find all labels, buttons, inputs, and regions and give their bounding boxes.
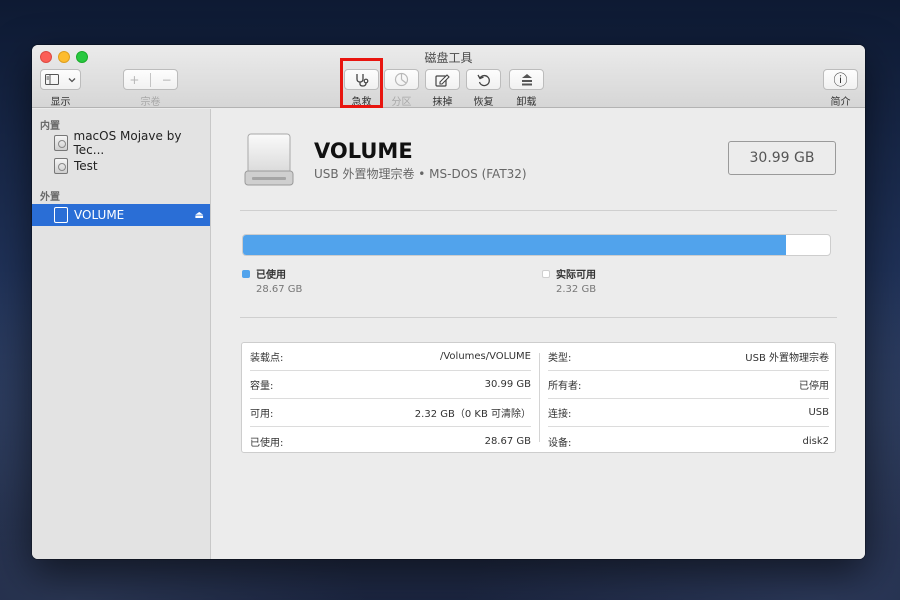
volume-segmented-control[interactable]: + − [123, 69, 178, 90]
info-column-right: 类型: USB 外置物理宗卷 所有者: 已停用 连接: USB 设备: disk… [540, 343, 837, 452]
sidebar-item-macos[interactable]: macOS Mojave by Tec... [32, 129, 210, 157]
display-label: 显示 [50, 97, 71, 108]
erase-label: 抹掉 [432, 97, 453, 108]
sidebar-item-label: Test [74, 159, 98, 173]
display-button[interactable] [40, 69, 81, 90]
info-value: /Volumes/VOLUME [439, 351, 531, 362]
info-row: 装载点: /Volumes/VOLUME [250, 343, 531, 371]
capacity-badge: 30.99 GB [728, 141, 836, 175]
disk-utility-window: 磁盘工具 显示 + − 宗卷 急救 分区 抹掉 恢复 卸载 ⓘ 简介 内置 ma… [32, 45, 865, 559]
info-label: 类型: [548, 353, 572, 364]
unmount-button[interactable] [509, 69, 544, 90]
info-icon: ⓘ [833, 72, 848, 89]
info-button[interactable]: ⓘ [823, 69, 858, 90]
info-row: 可用: 2.32 GB（0 KB 可清除） [250, 399, 531, 427]
info-value: disk2 [802, 435, 830, 447]
legend-used-value: 28.67 GB [256, 284, 303, 295]
internal-disk-icon [54, 158, 68, 174]
sidebar-section-external: 外置 [40, 192, 60, 203]
info-label: 连接: [548, 409, 572, 420]
external-drive-icon [244, 133, 294, 186]
info-label: 可用: [250, 409, 274, 420]
restore-button[interactable] [466, 69, 501, 90]
info-value: 已停用 [799, 381, 829, 392]
volume-label: 宗卷 [140, 97, 161, 108]
legend-used: 已使用 [242, 266, 286, 281]
volume-name: VOLUME [314, 139, 413, 163]
erase-button[interactable] [425, 69, 460, 90]
used-swatch [242, 269, 250, 278]
info-value: 2.32 GB（0 KB 可清除） [414, 409, 531, 420]
unmount-label: 卸载 [516, 97, 537, 108]
eject-icon[interactable]: ⏏ [195, 210, 204, 221]
unmount-icon [521, 73, 532, 85]
info-label: 简介 [830, 97, 851, 108]
info-label: 已使用: [250, 437, 284, 449]
window-title: 磁盘工具 [424, 51, 473, 65]
usage-bar [242, 234, 831, 256]
partition-label: 分区 [391, 97, 412, 108]
info-row: 类型: USB 外置物理宗卷 [548, 343, 829, 371]
info-value: USB [808, 407, 829, 418]
legend-used-label: 已使用 [256, 270, 286, 281]
divider [240, 317, 837, 318]
partition-icon [394, 72, 409, 87]
segment-divider [150, 72, 151, 87]
info-label: 所有者: [548, 381, 582, 392]
info-row: 所有者: 已停用 [548, 371, 829, 399]
info-column-left: 装载点: /Volumes/VOLUME 容量: 30.99 GB 可用: 2.… [242, 343, 539, 452]
info-label: 装载点: [250, 353, 284, 364]
info-row: 已使用: 28.67 GB [250, 427, 531, 455]
restore-label: 恢复 [473, 97, 494, 108]
free-swatch [542, 269, 550, 278]
sidebar-section-internal: 内置 [40, 121, 60, 132]
info-row: 容量: 30.99 GB [250, 371, 531, 399]
info-label: 容量: [250, 381, 274, 392]
info-table: 装载点: /Volumes/VOLUME 容量: 30.99 GB 可用: 2.… [241, 342, 836, 453]
stethoscope-icon [355, 73, 368, 87]
divider [240, 210, 837, 211]
sidebar-item-label: VOLUME [74, 208, 125, 222]
first-aid-button[interactable] [344, 69, 379, 90]
external-disk-icon [54, 207, 68, 223]
first-aid-label: 急救 [351, 97, 372, 108]
erase-icon [435, 73, 450, 87]
legend-free-label: 实际可用 [556, 270, 596, 281]
legend-free-value: 2.32 GB [556, 284, 597, 295]
sidebar-item-volume[interactable]: VOLUME ⏏ [32, 204, 210, 226]
info-value: USB 外置物理宗卷 [745, 353, 829, 364]
sidebar-icon [45, 74, 60, 85]
sidebar-item-test[interactable]: Test [32, 155, 210, 177]
info-row: 设备: disk2 [548, 427, 829, 455]
sidebar-item-label: macOS Mojave by Tec... [73, 129, 182, 157]
usage-bar-used [243, 235, 786, 255]
info-value: 30.99 GB [484, 379, 531, 390]
remove-volume-button[interactable]: − [162, 73, 172, 87]
legend-free: 实际可用 [542, 266, 596, 281]
partition-button[interactable] [384, 69, 419, 90]
info-label: 设备: [548, 437, 572, 449]
restore-icon [476, 74, 490, 86]
sidebar: 内置 macOS Mojave by Tec... Test 外置 VOLUME… [32, 109, 211, 559]
main-panel: VOLUME USB 外置物理宗卷 • MS-DOS (FAT32) 30.99… [212, 109, 865, 559]
volume-subtitle: USB 外置物理宗卷 • MS-DOS (FAT32) [314, 167, 527, 181]
info-value: 28.67 GB [484, 435, 531, 447]
add-volume-button[interactable]: + [129, 73, 139, 87]
chevron-down-icon [68, 77, 76, 82]
internal-disk-icon [54, 135, 68, 151]
info-row: 连接: USB [548, 399, 829, 427]
toolbar: 磁盘工具 显示 + − 宗卷 急救 分区 抹掉 恢复 卸载 ⓘ 简介 [32, 45, 865, 108]
